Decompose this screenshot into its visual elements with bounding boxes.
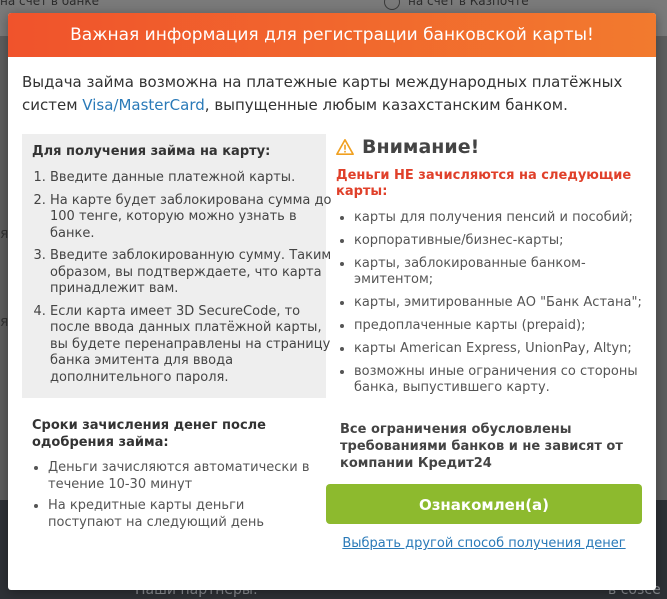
list-item: предоплаченные карты (prepaid); (354, 318, 646, 334)
credit-terms: Сроки зачисления денег после одобрения з… (32, 417, 322, 535)
steps-box: Для получения займа на карту: Введите да… (22, 134, 331, 398)
list-item: карты, заблокированные банком-эмитентом; (354, 256, 646, 288)
bg-option-kazpost: на счет в Казпочте (408, 0, 529, 8)
radio-circle-icon (384, 0, 400, 10)
intro-text-end: , выпущенные любым казахстанским банком. (204, 96, 568, 114)
warning-section: Внимание! Деньги НЕ зачисляются на следу… (336, 134, 646, 403)
terms-list: Деньги зачисляются автоматически в течен… (32, 459, 322, 531)
visa-mastercard-link[interactable]: Visa/MasterCard (82, 96, 204, 114)
intro-text: Выдача займа возможна на платежные карты… (22, 71, 642, 117)
choose-other-method-link[interactable]: Выбрать другой способ получения денег (326, 536, 642, 551)
list-item: Если карта имеет 3D SecureCode, то после… (50, 304, 340, 387)
restrictions-note: Все ограничения обусловлены требованиями… (340, 422, 623, 471)
list-item: Введите данные платежной карты. (50, 170, 340, 187)
terms-title: Сроки зачисления денег после одобрения з… (32, 418, 266, 450)
excluded-cards-list: карты для получения пенсий и пособий; ко… (336, 210, 646, 396)
list-item: На кредитные карты деньги поступают на с… (48, 497, 322, 531)
card-info-modal: Важная информация для регистрации банков… (8, 13, 656, 590)
list-item: карты American Express, UnionPay, Altyn; (354, 341, 646, 357)
list-item: карты, эмитированные АО "Банк Астана"; (354, 295, 646, 311)
list-item: возможны иные ограничения со стороны бан… (354, 364, 646, 396)
warning-heading: Внимание! (336, 134, 646, 160)
list-item: Введите заблокированную сумму. Таким обр… (50, 248, 340, 298)
list-item: карты для получения пенсий и пособий; (354, 210, 646, 226)
modal-title: Важная информация для регистрации банков… (70, 25, 594, 45)
steps-list: Введите данные платежной карты. На карте… (32, 170, 340, 392)
list-item: Деньги зачисляются автоматически в течен… (48, 459, 322, 493)
acknowledge-button[interactable]: Ознакомлен(а) (326, 484, 642, 524)
warning-icon (336, 138, 354, 156)
modal-header: Важная информация для регистрации банков… (8, 13, 656, 57)
bg-option-bank: на счет в банке (0, 0, 100, 8)
list-item: корпоративные/бизнес-карты; (354, 233, 646, 249)
list-item: На карте будет заблокирована сумма до 10… (50, 193, 340, 243)
warning-title: Внимание! (362, 136, 480, 158)
steps-title: Для получения займа на карту: (32, 144, 271, 159)
warning-subtitle: Деньги НЕ зачисляются на следующие карты… (336, 168, 632, 199)
